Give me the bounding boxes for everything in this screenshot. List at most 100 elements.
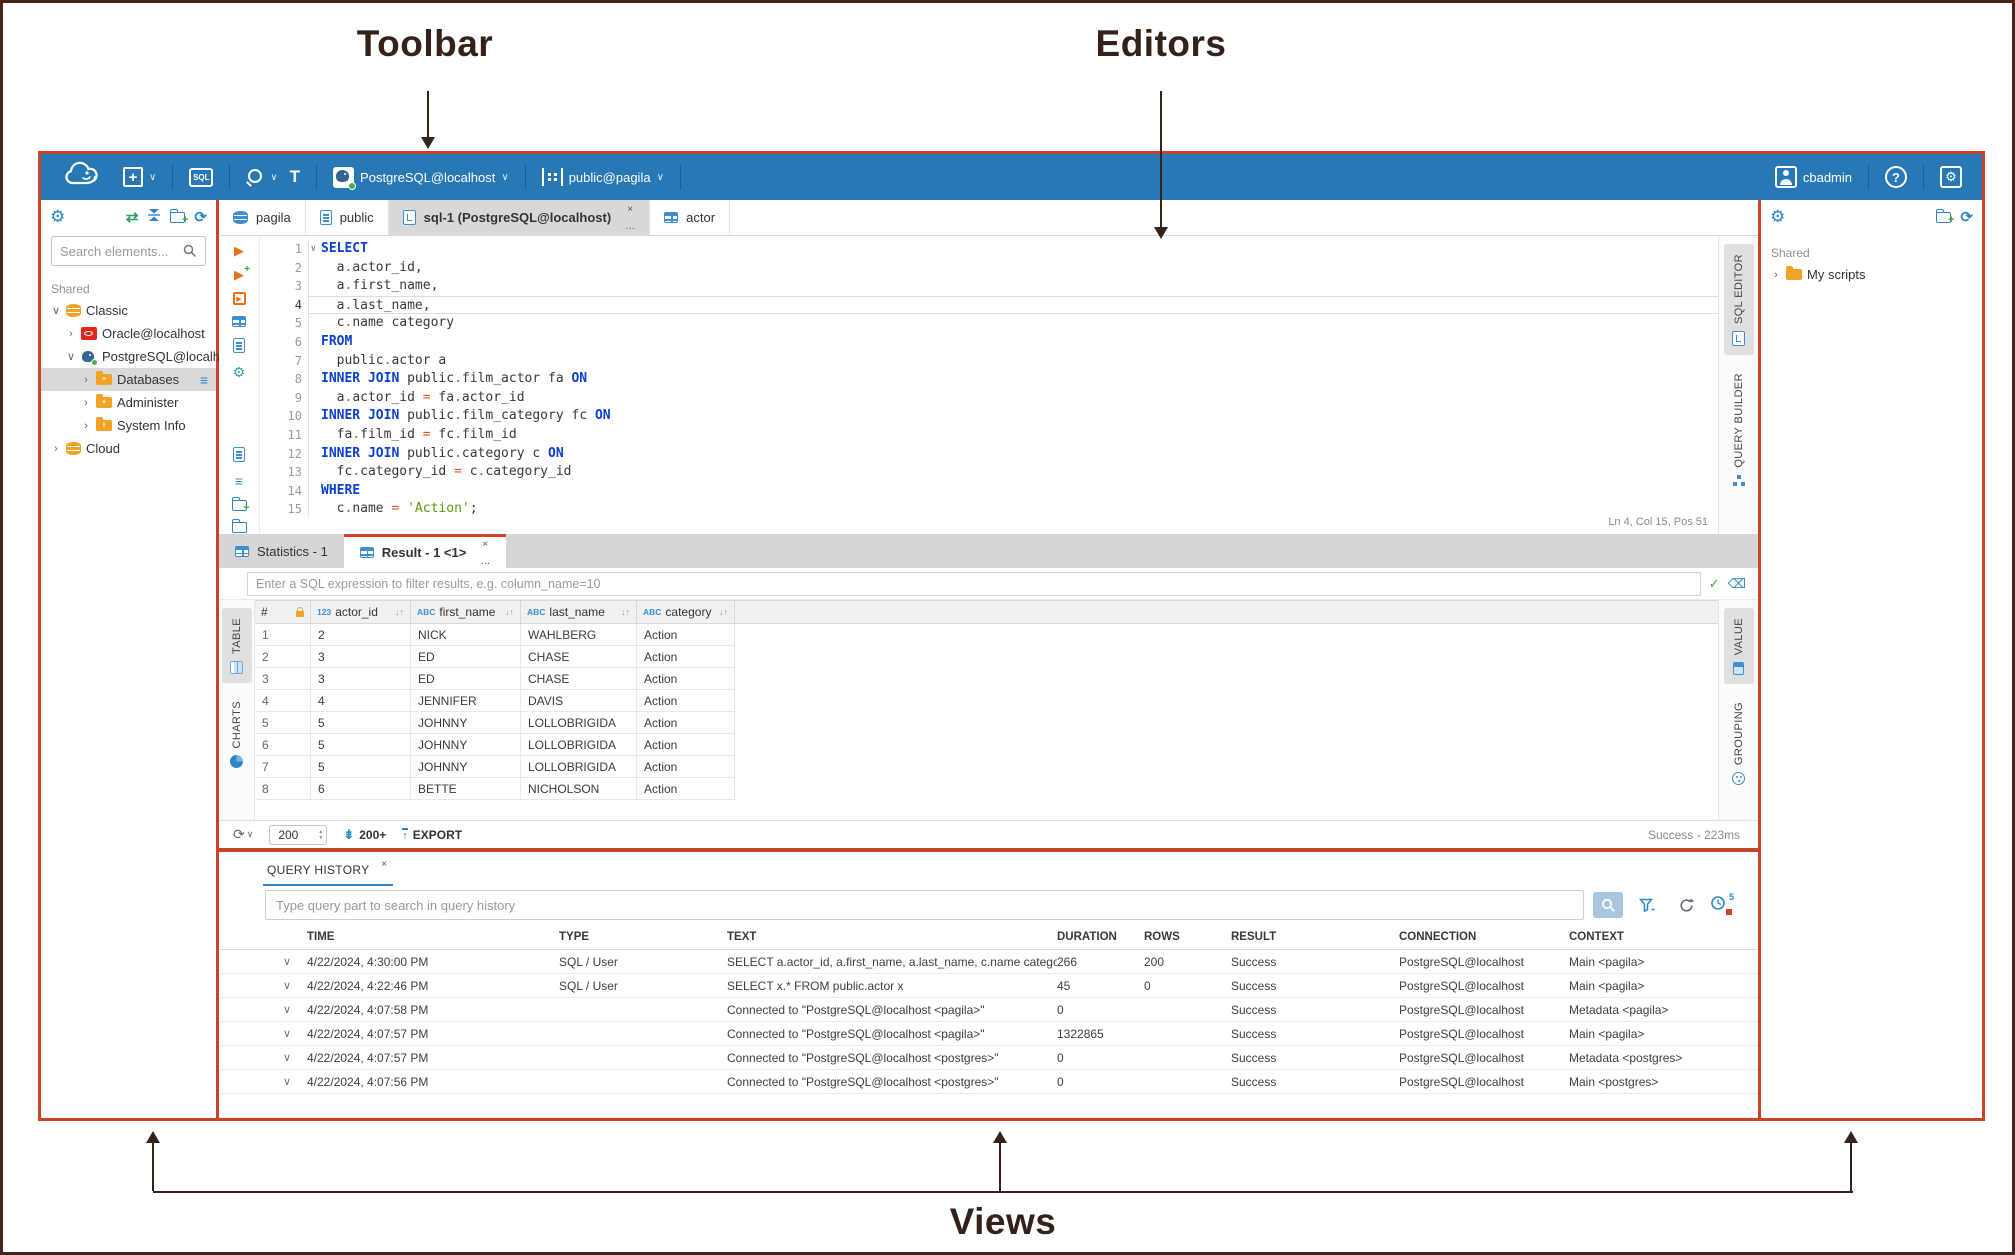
grid-cell[interactable]: 5 <box>311 756 411 778</box>
chevron-right-icon[interactable]: › <box>81 420 91 432</box>
grid-cell[interactable]: NICHOLSON <box>521 778 637 800</box>
sort-icons[interactable]: ↓↑ <box>621 607 630 617</box>
grid-cell[interactable]: Action <box>637 690 735 712</box>
grid-cell[interactable]: 2 <box>311 624 411 646</box>
format-script-icon[interactable] <box>233 447 245 462</box>
grid-cell[interactable]: 4 <box>311 690 411 712</box>
chevron-down-icon[interactable]: ∨ <box>66 350 76 363</box>
execute-query-icon[interactable]: ▶ <box>234 244 244 257</box>
grid-column-header-[interactable]: # <box>255 601 311 623</box>
fetch-more-button[interactable]: ⇟ 200+ <box>343 827 386 843</box>
save-script-icon[interactable]: + <box>232 500 247 511</box>
table-row-clipped[interactable] <box>219 1094 1758 1118</box>
grid-cell[interactable]: NICK <box>411 624 521 646</box>
query-history-search-box[interactable] <box>265 890 1584 920</box>
tab-statistics[interactable]: Statistics - 1 <box>219 534 344 568</box>
code-line[interactable]: 11 fa.film_id = fc.film_id <box>260 426 1718 445</box>
grid-cell[interactable]: Action <box>637 624 735 646</box>
search-elements-input[interactable] <box>60 244 183 259</box>
row-number-cell[interactable]: 1 <box>255 624 311 646</box>
tab-value-view[interactable]: VALUE <box>1724 608 1754 684</box>
execute-script-icon[interactable]: ▶ <box>233 292 246 305</box>
table-row[interactable]: ∨4/22/2024, 4:07:57 PMConnected to "Post… <box>219 1046 1758 1070</box>
tab-sql-editor[interactable]: SQL EDITOR <box>1724 244 1754 355</box>
query-history-search-input[interactable] <box>276 898 1573 913</box>
row-number-cell[interactable]: 7 <box>255 756 311 778</box>
grid-cell[interactable]: BETTE <box>411 778 521 800</box>
expand-chevron-icon[interactable]: ∨ <box>219 1027 307 1040</box>
row-number-cell[interactable]: 8 <box>255 778 311 800</box>
code-line[interactable]: 13 fc.category_id = c.category_id <box>260 463 1718 482</box>
collapse-all-icon[interactable] <box>147 208 161 227</box>
close-icon[interactable]: × <box>482 539 488 550</box>
table-row[interactable]: ∨4/22/2024, 4:07:58 PMConnected to "Post… <box>219 998 1758 1022</box>
history-depth-button[interactable]: 5 <box>1710 895 1732 915</box>
table-row[interactable]: ∨4/22/2024, 4:07:56 PMConnected to "Post… <box>219 1070 1758 1094</box>
row-number-cell[interactable]: 3 <box>255 668 311 690</box>
export-button[interactable]: ↑ EXPORT <box>402 828 462 842</box>
search-metadata-button[interactable]: ∨ <box>246 168 277 186</box>
tab-menu-icon[interactable]: … <box>480 556 490 567</box>
editor-settings-gear-icon[interactable]: ⚙ <box>233 364 246 381</box>
tab-table-view[interactable]: TABLE <box>222 608 252 683</box>
code-line[interactable]: 3 a.first_name, <box>260 277 1718 296</box>
grid-cell[interactable]: 5 <box>311 712 411 734</box>
result-filter-box[interactable] <box>247 572 1701 596</box>
table-row[interactable]: ∨4/22/2024, 4:07:57 PMConnected to "Post… <box>219 1022 1758 1046</box>
schema-selector[interactable]: public@pagila ∨ <box>542 168 664 186</box>
refresh-icon[interactable]: ⟳ <box>1960 208 1973 226</box>
tree-item-administer[interactable]: ›+Administer <box>41 391 216 414</box>
scripts-item-my-scripts[interactable]: › My scripts <box>1761 263 1982 286</box>
link-with-editor-icon[interactable]: ⇄ <box>126 208 139 226</box>
tree-item-classic[interactable]: ∨Classic <box>41 299 216 322</box>
tab-charts-view[interactable]: CHARTS <box>222 691 252 777</box>
editor-tab-public[interactable]: public <box>306 200 389 235</box>
row-number-cell[interactable]: 6 <box>255 734 311 756</box>
expand-chevron-icon[interactable]: ∨ <box>219 1075 307 1088</box>
code-line[interactable]: 14WHERE <box>260 482 1718 501</box>
editor-tab-actor[interactable]: actor <box>650 200 730 235</box>
grid-cell[interactable]: JOHNNY <box>411 734 521 756</box>
code-line[interactable]: 10INNER JOIN public.film_category fc ON <box>260 407 1718 426</box>
grid-column-header-actor-id[interactable]: 123actor_id↓↑ <box>311 601 411 623</box>
fetch-size-stepper[interactable]: ▲ ▼ <box>269 825 327 845</box>
row-number-cell[interactable]: 2 <box>255 646 311 668</box>
connection-selector[interactable]: PostgreSQL@localhost ∨ <box>333 167 509 188</box>
close-icon[interactable]: × <box>381 859 387 870</box>
grid-cell[interactable]: Action <box>637 712 735 734</box>
open-sql-editor-button[interactable]: SQL <box>189 168 213 187</box>
refresh-result-button[interactable]: ⟳ ∨ <box>233 826 253 843</box>
chevron-down-icon[interactable]: ∨ <box>51 304 61 317</box>
grid-cell[interactable]: ED <box>411 646 521 668</box>
history-refresh-button[interactable] <box>1671 892 1701 918</box>
grid-cell[interactable]: 6 <box>311 778 411 800</box>
table-row[interactable]: ∨4/22/2024, 4:22:46 PMSQL / UserSELECT x… <box>219 974 1758 998</box>
close-icon[interactable]: × <box>627 204 633 215</box>
scripts-settings-gear-icon[interactable]: ⚙ <box>1770 207 1785 227</box>
sort-icons[interactable]: ↓↑ <box>505 607 514 617</box>
grid-column-header-first-name[interactable]: ABCfirst_name↓↑ <box>411 601 521 623</box>
chevron-right-icon[interactable]: › <box>66 328 76 340</box>
chevron-right-icon[interactable]: › <box>81 397 91 409</box>
grid-cell[interactable]: CHASE <box>521 646 637 668</box>
expand-chevron-icon[interactable]: ∨ <box>219 979 307 992</box>
chevron-right-icon[interactable]: › <box>51 443 61 455</box>
tab-menu-icon[interactable]: … <box>625 221 635 232</box>
grid-column-header-last-name[interactable]: ABClast_name↓↑ <box>521 601 637 623</box>
grid-cell[interactable]: Action <box>637 668 735 690</box>
grid-cell[interactable]: JENNIFER <box>411 690 521 712</box>
sql-editor-code[interactable]: 1∨SELECT2 a.actor_id,3 a.first_name,4 a.… <box>260 236 1718 516</box>
grid-cell[interactable]: LOLLOBRIGIDA <box>521 712 637 734</box>
spin-down-icon[interactable]: ▼ <box>318 835 323 841</box>
execute-new-tab-icon[interactable]: ▶+ <box>234 268 244 281</box>
search-elements-box[interactable] <box>51 236 206 266</box>
grid-cell[interactable]: Action <box>637 778 735 800</box>
refresh-icon[interactable]: ⟳ <box>194 208 207 226</box>
help-button[interactable]: ? <box>1885 166 1907 188</box>
apply-filter-icon[interactable]: ✓ <box>1709 576 1720 592</box>
grid-cell[interactable]: ED <box>411 668 521 690</box>
chevron-right-icon[interactable]: › <box>1771 269 1781 281</box>
grid-cell[interactable]: JOHNNY <box>411 712 521 734</box>
row-number-cell[interactable]: 5 <box>255 712 311 734</box>
grid-cell[interactable]: 3 <box>311 668 411 690</box>
